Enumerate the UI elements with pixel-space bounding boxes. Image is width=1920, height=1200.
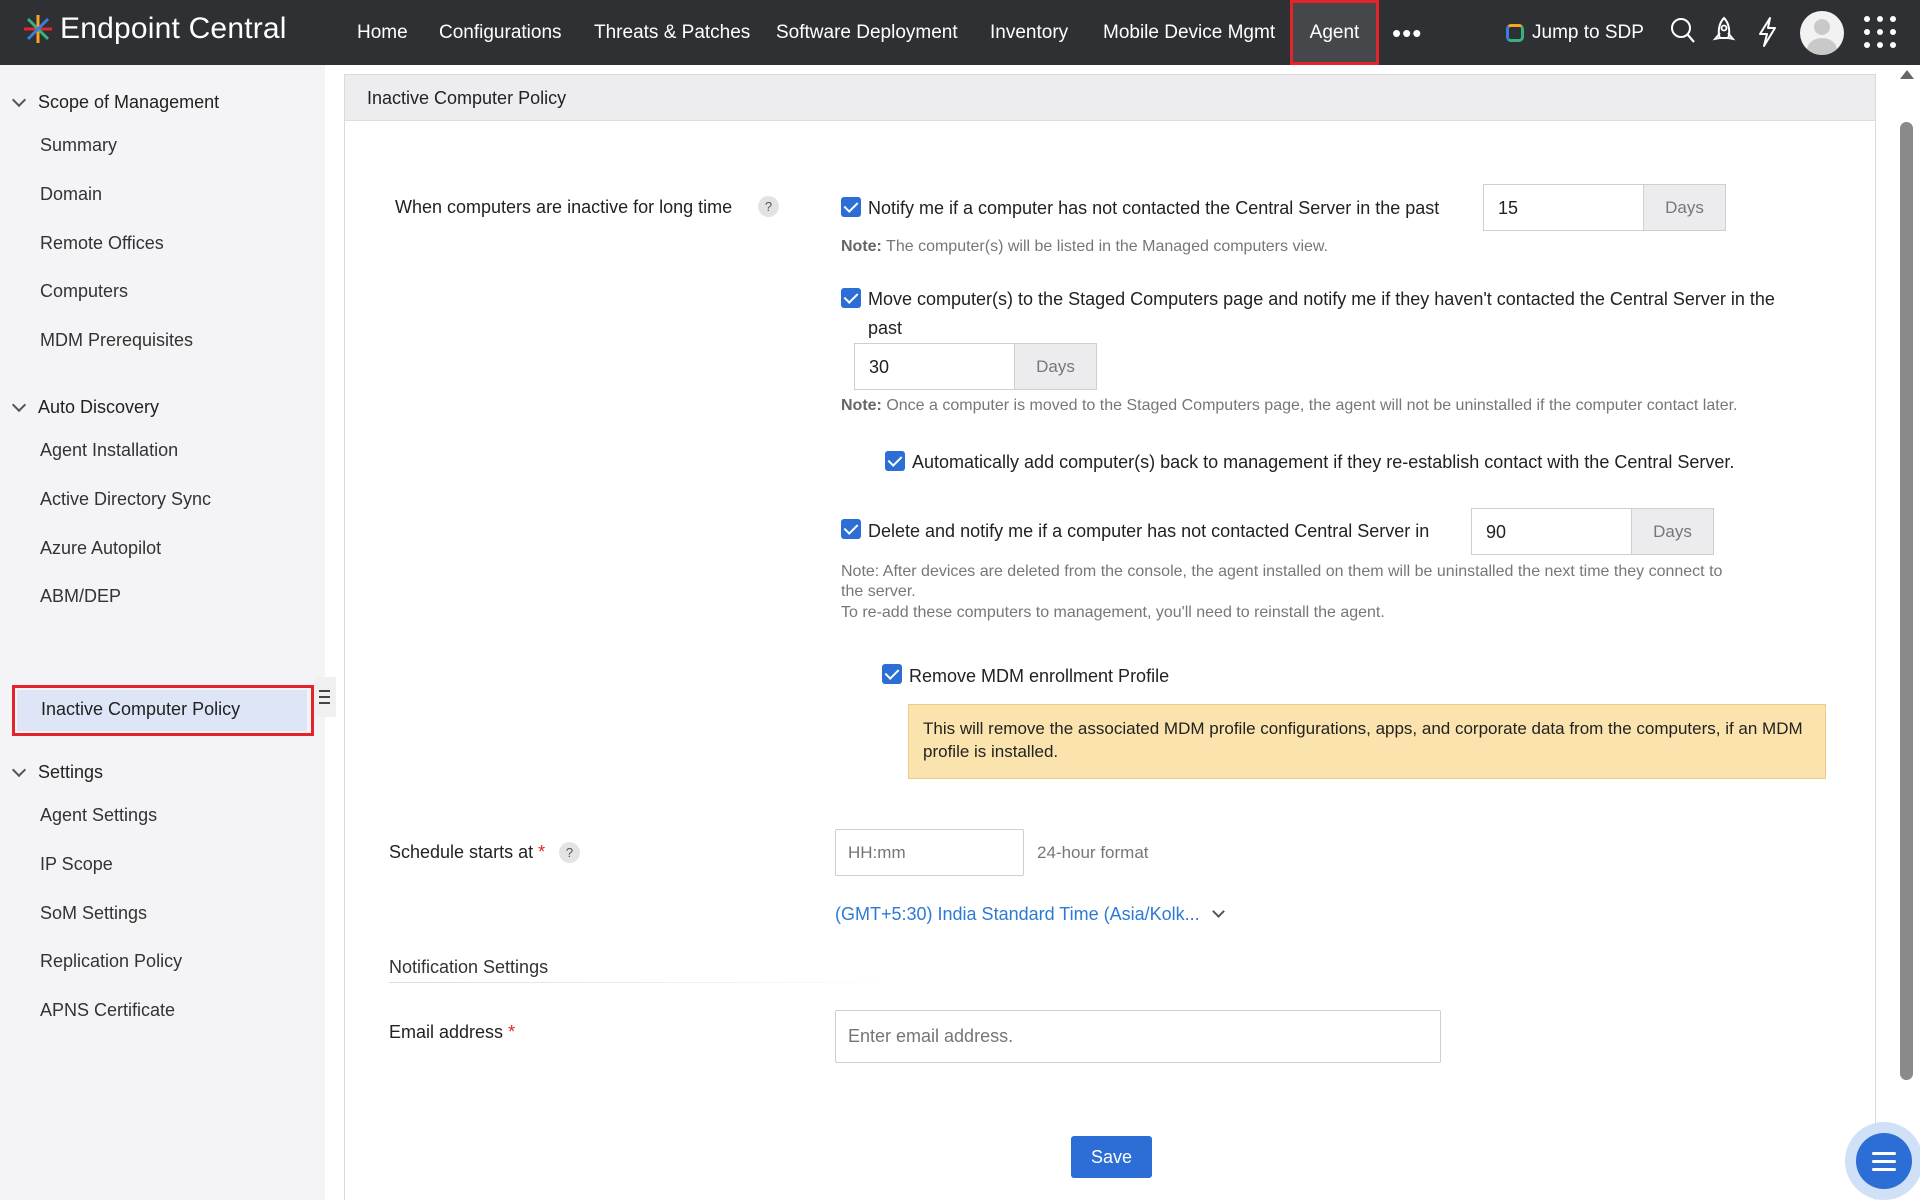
auto-add-checkbox[interactable] xyxy=(885,451,905,471)
timezone-dropdown[interactable]: (GMT+5:30) India Standard Time (Asia/Kol… xyxy=(835,904,1225,925)
sidebar-item-som-settings[interactable]: SoM Settings xyxy=(40,903,147,924)
nav-software-deployment[interactable]: Software Deployment xyxy=(776,0,958,65)
days-unit-label: Days xyxy=(1643,185,1725,230)
page-title: Inactive Computer Policy xyxy=(367,88,567,108)
sidebar-item-replication-policy[interactable]: Replication Policy xyxy=(40,951,182,972)
top-navigation-bar: Endpoint Central Home Configurations Thr… xyxy=(0,0,1920,65)
move-note: Note: Once a computer is moved to the St… xyxy=(841,397,1738,414)
lightning-icon[interactable] xyxy=(1756,16,1778,48)
auto-add-label: Automatically add computer(s) back to ma… xyxy=(912,452,1735,472)
sidebar-section-settings[interactable]: Settings xyxy=(11,762,104,783)
sidebar-item-label: Inactive Computer Policy xyxy=(41,699,241,719)
delete-days-field[interactable]: 90 Days xyxy=(1471,508,1714,555)
sidebar-section-auto-discovery[interactable]: Auto Discovery xyxy=(11,397,160,418)
app-logo[interactable]: Endpoint Central xyxy=(22,12,287,46)
section-title: Settings xyxy=(38,762,104,782)
move-to-staged-checkbox[interactable] xyxy=(841,288,861,308)
sidebar-item-agent-settings[interactable]: Agent Settings xyxy=(40,805,157,826)
sidebar-item-active-directory-sync[interactable]: Active Directory Sync xyxy=(40,489,211,510)
move-label-line2: past xyxy=(868,318,903,338)
chevron-down-icon xyxy=(11,92,27,107)
jump-to-sdp-label: Jump to SDP xyxy=(1532,21,1644,43)
notify-label: Notify me if a computer has not contacte… xyxy=(868,198,1440,218)
sidebar-collapse-handle[interactable] xyxy=(314,677,336,717)
move-days-field[interactable]: 30 Days xyxy=(854,343,1097,390)
mdm-warning-banner: This will remove the associated MDM prof… xyxy=(908,704,1826,779)
timezone-value: (GMT+5:30) India Standard Time (Asia/Kol… xyxy=(835,904,1200,924)
app-title: Endpoint Central xyxy=(60,12,287,45)
sidebar-item-remote-offices[interactable]: Remote Offices xyxy=(40,233,164,254)
section-divider xyxy=(389,982,909,983)
sidebar-item-abm-dep[interactable]: ABM/DEP xyxy=(40,586,121,607)
logo-icon xyxy=(24,15,52,43)
chevron-down-icon xyxy=(1211,905,1225,918)
nav-mobile-device-mgmt[interactable]: Mobile Device Mgmt xyxy=(1103,0,1275,65)
section-title: Scope of Management xyxy=(38,92,220,112)
avatar[interactable] xyxy=(1800,11,1844,55)
more-menu-icon[interactable]: ••• xyxy=(1392,18,1422,49)
notify-days-value: 15 xyxy=(1498,198,1519,218)
nav-agent[interactable]: Agent xyxy=(1290,0,1379,65)
days-unit-label: Days xyxy=(1014,344,1096,389)
remove-mdm-label: Remove MDM enrollment Profile xyxy=(909,666,1170,686)
sidebar-item-inactive-computer-policy[interactable]: Inactive Computer Policy xyxy=(12,685,314,736)
move-days-value: 30 xyxy=(869,357,890,377)
sidebar-item-computers[interactable]: Computers xyxy=(40,281,128,302)
notify-checkbox[interactable] xyxy=(841,197,861,217)
chevron-down-icon xyxy=(11,397,27,412)
notify-note: Note: The computer(s) will be listed in … xyxy=(841,238,1329,255)
days-unit-label: Days xyxy=(1631,509,1713,554)
apps-grid-icon[interactable] xyxy=(1864,16,1896,48)
sidebar-item-domain[interactable]: Domain xyxy=(40,184,102,205)
help-icon[interactable]: ? xyxy=(758,196,779,217)
move-label-line1: Move computer(s) to the Staged Computers… xyxy=(868,289,1775,309)
sidebar: Scope of Management Summary Domain Remot… xyxy=(0,65,336,1200)
delete-note-line3: To re-add these computers to management,… xyxy=(841,604,1385,621)
schedule-label: Schedule starts at * xyxy=(389,842,546,862)
scroll-up-arrow[interactable] xyxy=(1900,70,1914,79)
save-button[interactable]: Save xyxy=(1071,1136,1152,1178)
delete-note-line2: the server. xyxy=(841,583,916,600)
chevron-down-icon xyxy=(11,762,27,777)
sidebar-section-scope-of-management[interactable]: Scope of Management xyxy=(11,92,220,113)
main-panel: Inactive Computer Policy When computers … xyxy=(344,74,1876,1200)
sidebar-item-agent-installation[interactable]: Agent Installation xyxy=(40,440,178,461)
delete-days-value: 90 xyxy=(1486,522,1507,542)
sidebar-item-azure-autopilot[interactable]: Azure Autopilot xyxy=(40,538,161,559)
nav-configurations[interactable]: Configurations xyxy=(439,0,562,65)
email-label: Email address * xyxy=(389,1022,516,1042)
sidebar-item-mdm-prerequisites[interactable]: MDM Prerequisites xyxy=(40,330,193,351)
nav-threats-patches[interactable]: Threats & Patches xyxy=(594,0,750,65)
section-title: Auto Discovery xyxy=(38,397,160,417)
nav-home[interactable]: Home xyxy=(357,0,408,65)
sidebar-item-summary[interactable]: Summary xyxy=(40,135,117,156)
remove-mdm-checkbox[interactable] xyxy=(882,664,902,684)
time-format-hint: 24-hour format xyxy=(1037,843,1149,862)
delete-note-line1: Note: After devices are deleted from the… xyxy=(841,563,1723,580)
notification-settings-heading: Notification Settings xyxy=(389,957,549,977)
inactive-policy-label: When computers are inactive for long tim… xyxy=(395,197,733,217)
sidebar-item-ip-scope[interactable]: IP Scope xyxy=(40,854,113,875)
sidebar-item-apns-certificate[interactable]: APNS Certificate xyxy=(40,1000,175,1021)
scrollbar-thumb[interactable] xyxy=(1900,122,1913,1080)
floating-menu-button[interactable] xyxy=(1856,1133,1912,1189)
sdp-icon xyxy=(1506,23,1524,42)
help-icon[interactable]: ? xyxy=(559,842,580,863)
jump-to-sdp-link[interactable]: Jump to SDP xyxy=(1506,0,1644,65)
nav-inventory[interactable]: Inventory xyxy=(990,0,1068,65)
delete-checkbox[interactable] xyxy=(841,519,861,539)
email-input[interactable] xyxy=(835,1010,1441,1063)
search-icon[interactable] xyxy=(1670,16,1696,46)
rocket-icon[interactable] xyxy=(1712,16,1736,48)
notify-days-field[interactable]: 15 Days xyxy=(1483,184,1726,231)
panel-header: Inactive Computer Policy xyxy=(345,75,1875,121)
delete-label: Delete and notify me if a computer has n… xyxy=(868,521,1430,541)
schedule-time-input[interactable] xyxy=(835,829,1024,876)
